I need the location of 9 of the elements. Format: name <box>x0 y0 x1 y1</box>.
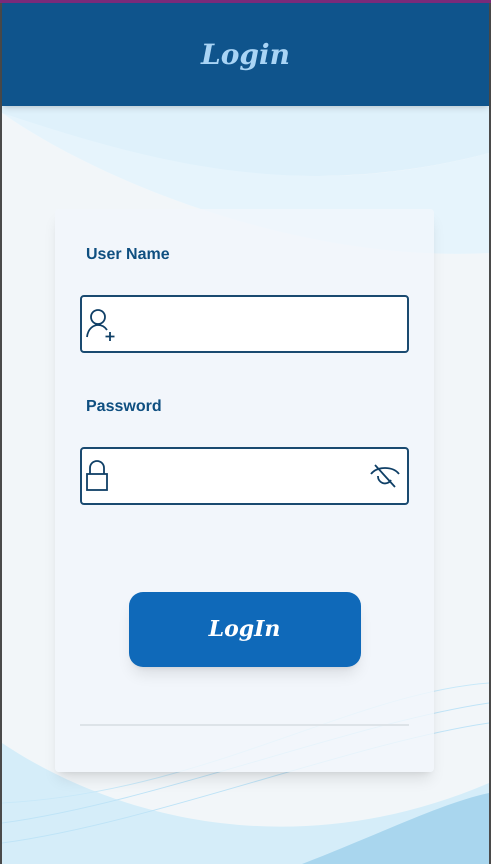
field-label: User Name <box>86 245 171 265</box>
password-field[interactable] <box>80 447 409 505</box>
field-label: Password <box>86 397 163 417</box>
page-title: Login <box>201 36 290 72</box>
lock-icon <box>85 460 109 492</box>
username-field[interactable] <box>80 295 409 353</box>
login-button[interactable]: LogIn <box>128 592 360 667</box>
eye-off-icon[interactable] <box>369 463 401 489</box>
add-user-icon <box>85 307 117 341</box>
